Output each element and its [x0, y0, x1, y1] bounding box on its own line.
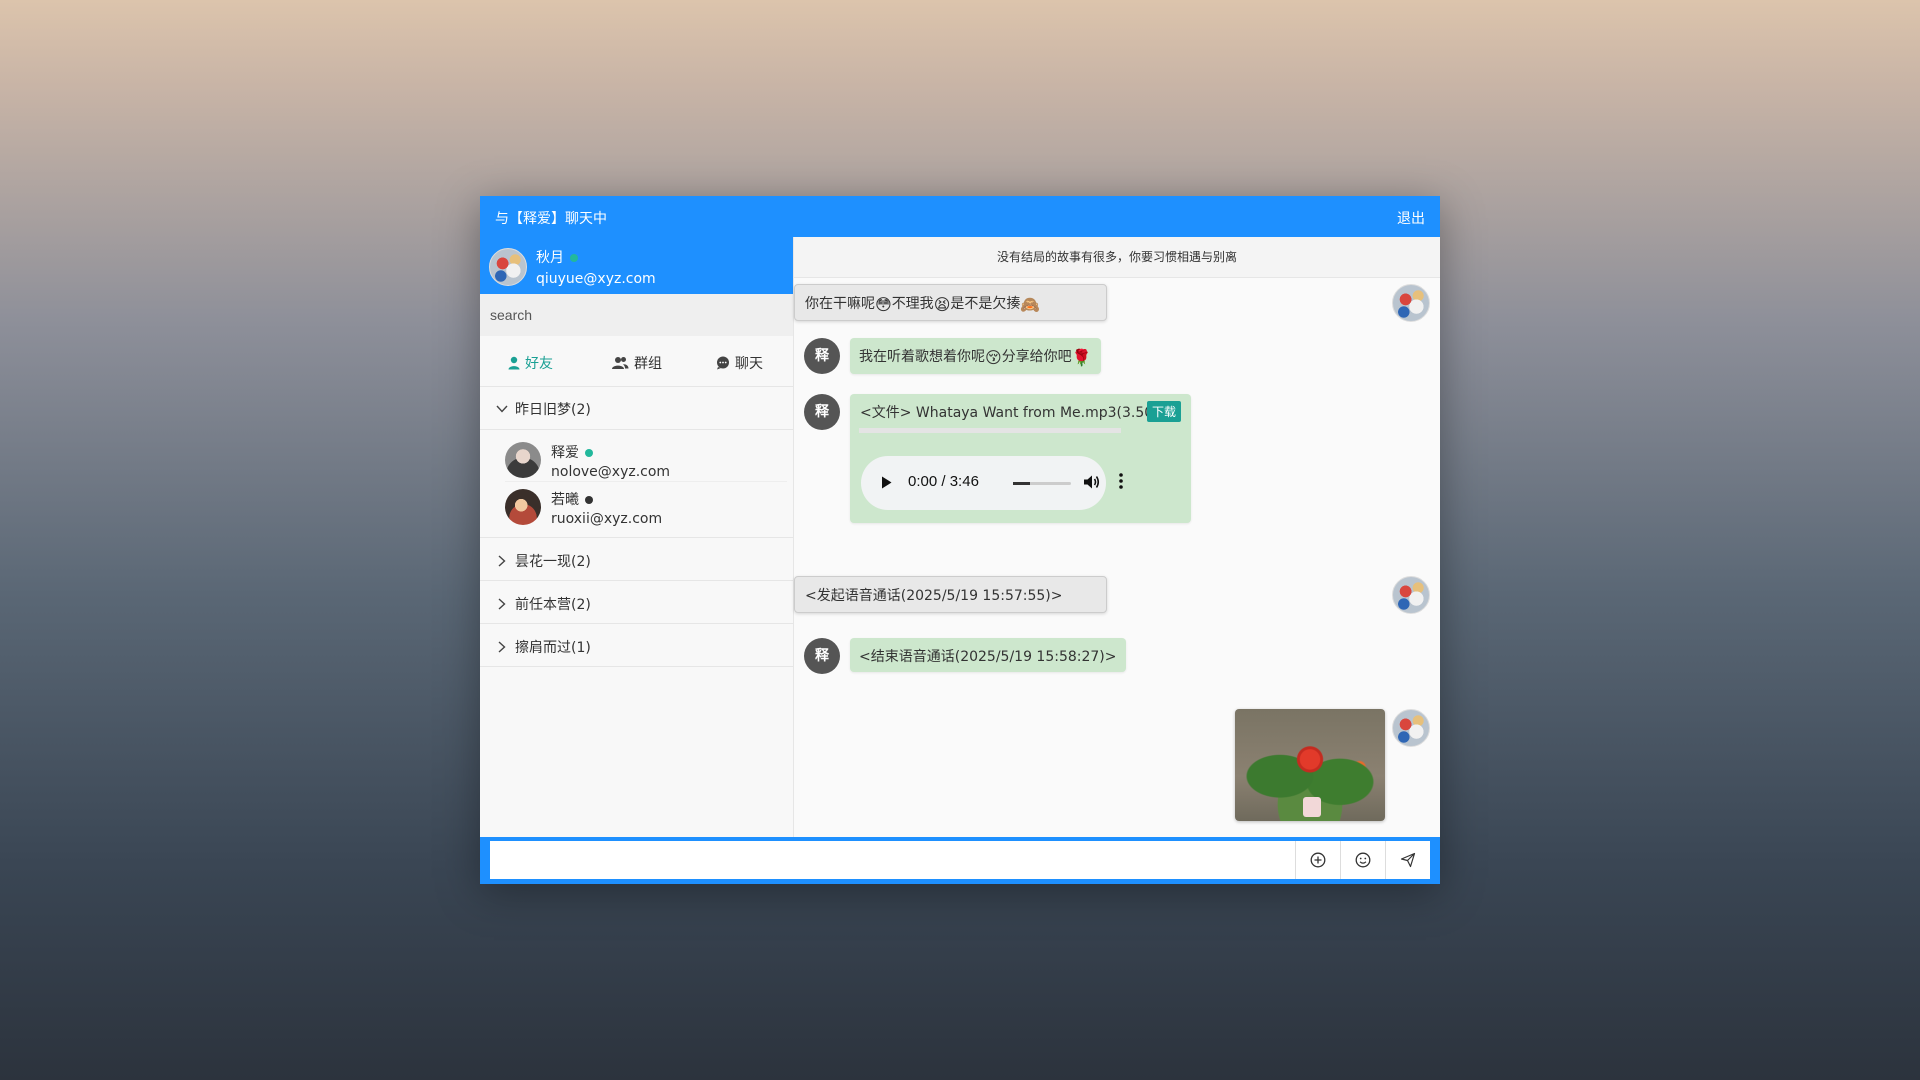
chevron-right-icon [498, 641, 506, 653]
audio-duration: 3:46 [949, 473, 979, 490]
friend-message-avatar: 释 [804, 638, 840, 674]
tab-friends[interactable]: 好友 [508, 353, 553, 373]
monkey-emoji-icon: 🙈 [1020, 294, 1041, 314]
kissing-emoji-icon: 😚 [985, 347, 1002, 367]
friend-group-3[interactable]: 擦肩而过(1) [480, 624, 793, 667]
tab-groups[interactable]: 群组 [611, 353, 662, 373]
user-icon [508, 356, 520, 370]
chevron-down-icon [496, 405, 508, 413]
friend-group-2[interactable]: 前任本营(2) [480, 581, 793, 624]
file-message-text: <文件> Whataya Want from Me.mp3(3.50MB) [860, 405, 1181, 421]
rose-emoji-icon: 🌹 [1071, 347, 1092, 367]
message-text: 你在干嘛呢 [805, 296, 875, 312]
add-icon [1310, 852, 1326, 868]
volume-icon[interactable] [1083, 474, 1100, 490]
friend-name: 释爱 [551, 445, 579, 461]
message-bubble-sent[interactable]: <发起语音通话(2025/5/19 15:57:55)> [794, 576, 1107, 613]
online-status-dot [585, 449, 593, 457]
send-icon [1400, 852, 1416, 868]
tab-chats-label: 聊天 [735, 356, 763, 372]
more-options-icon[interactable] [1119, 473, 1123, 489]
message-text: <结束语音通话(2025/5/19 15:58:27)> [859, 649, 1117, 665]
audio-time-separator: / [941, 473, 946, 490]
audio-seek-slider[interactable] [1013, 482, 1071, 485]
flower-photo[interactable] [1235, 709, 1385, 821]
sidebar: 秋月 qiuyue@xyz.com 好友 群组 聊天 昨日旧梦(2) [480, 237, 794, 837]
my-message-avatar [1392, 576, 1430, 614]
tired-emoji-icon: 😫 [933, 294, 951, 314]
audio-seek-fill [1013, 482, 1031, 485]
my-email: qiuyue@xyz.com [536, 271, 656, 287]
tab-bar: 好友 群组 聊天 [480, 336, 793, 387]
friend-group-label: 昨日旧梦(2) [515, 402, 591, 418]
friend-group-1[interactable]: 昙花一现(2) [480, 538, 793, 581]
friend-message-avatar: 释 [804, 394, 840, 430]
friend-item[interactable]: 释爱 nolove@xyz.com [505, 435, 787, 482]
my-avatar [489, 248, 527, 286]
friend-message-avatar: 释 [804, 338, 840, 374]
audio-player: 0:00 / 3:46 [861, 456, 1123, 510]
flushed-emoji-icon: 😳 [875, 294, 892, 314]
friend-item[interactable]: 若曦 ruoxii@xyz.com [505, 482, 787, 528]
play-icon[interactable] [881, 476, 892, 489]
composer-bar [480, 837, 1440, 884]
my-profile[interactable]: 秋月 qiuyue@xyz.com [480, 237, 793, 294]
chat-icon [717, 356, 729, 370]
emoji-icon [1355, 852, 1371, 868]
exit-button[interactable]: 退出 [1397, 208, 1425, 228]
message-bubble-sent[interactable]: 你在干嘛呢😳不理我😫是不是欠揍🙈 [794, 284, 1107, 321]
file-message-bubble: <文件> Whataya Want from Me.mp3(3.50MB) 下载… [850, 394, 1191, 523]
tab-groups-label: 群组 [634, 356, 662, 372]
message-bubble-received[interactable]: <结束语音通话(2025/5/19 15:58:27)> [850, 638, 1126, 672]
my-message-avatar [1392, 284, 1430, 322]
send-button[interactable] [1385, 841, 1430, 879]
group-icon [612, 357, 629, 369]
friend-email: nolove@xyz.com [551, 464, 671, 480]
my-message-avatar [1392, 709, 1430, 747]
message-text: 分享给你吧 [1001, 349, 1072, 365]
friend-group-label: 擦肩而过(1) [515, 640, 591, 656]
emoji-button[interactable] [1340, 841, 1385, 879]
message-text: 我在听着歌想着你呢 [859, 349, 985, 365]
chat-signature: 没有结局的故事有很多，你要习惯相遇与别离 [794, 237, 1440, 278]
file-progress-bar [859, 428, 1121, 433]
message-text: 不理我 [891, 296, 934, 312]
chevron-right-icon [498, 555, 506, 567]
download-button[interactable]: 下载 [1146, 401, 1181, 422]
friend-name: 若曦 [551, 492, 579, 508]
offline-status-dot [585, 496, 593, 504]
chat-panel: 没有结局的故事有很多，你要习惯相遇与别离 你在干嘛呢😳不理我😫是不是欠揍🙈 释 … [794, 237, 1440, 837]
message-text: 是不是欠揍 [950, 296, 1021, 312]
online-status-dot [570, 254, 578, 262]
chat-window: 与【释爱】聊天中 退出 秋月 qiuyue@xyz.com 好友 群组 聊天 [480, 196, 1440, 884]
friend-list: 释爱 nolove@xyz.com 若曦 ruoxii@xyz.com [480, 429, 793, 538]
composer [490, 841, 1430, 879]
friend-email: ruoxii@xyz.com [551, 511, 663, 527]
window-title: 与【释爱】聊天中 [495, 211, 607, 227]
title-bar: 与【释爱】聊天中 退出 [480, 196, 1440, 237]
my-name: 秋月 [536, 250, 564, 266]
search-input[interactable] [480, 294, 793, 336]
friend-group-label: 昙花一现(2) [515, 554, 591, 570]
avatar [505, 442, 541, 478]
avatar [505, 489, 541, 525]
tab-chats[interactable]: 聊天 [716, 353, 763, 373]
message-input[interactable] [490, 841, 1290, 879]
message-bubble-received[interactable]: 我在听着歌想着你呢😚分享给你吧🌹 [850, 338, 1101, 374]
message-text: <发起语音通话(2025/5/19 15:57:55)> [805, 588, 1063, 604]
attach-button[interactable] [1295, 841, 1340, 879]
friend-group-0[interactable]: 昨日旧梦(2) [480, 386, 793, 430]
audio-current-time: 0:00 [908, 473, 938, 490]
chevron-right-icon [498, 598, 506, 610]
friend-group-label: 前任本营(2) [515, 597, 591, 613]
tab-friends-label: 好友 [525, 356, 553, 372]
